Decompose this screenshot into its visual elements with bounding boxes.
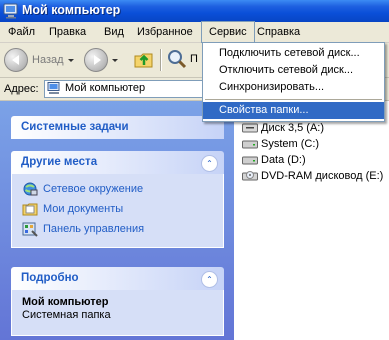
drive-label: Диск 3,5 (A:) bbox=[261, 122, 325, 134]
up-folder-button[interactable] bbox=[132, 47, 156, 71]
link-label: Сетевое окружение bbox=[43, 183, 144, 195]
link-control-panel[interactable]: Панель управления bbox=[12, 219, 223, 239]
drive-item-d[interactable]: Data (D:) bbox=[242, 154, 306, 166]
menu-item-map-network-drive[interactable]: Подключить сетевой диск... bbox=[203, 45, 384, 62]
collapse-chevron-icon[interactable]: ⌃ bbox=[201, 155, 218, 172]
menu-tools[interactable]: Сервис bbox=[201, 21, 255, 43]
floppy-drive-icon bbox=[242, 123, 258, 133]
address-value: Мой компьютер bbox=[65, 82, 146, 94]
menu-edit[interactable]: Правка bbox=[42, 22, 93, 42]
other-places-body: Сетевое окружение Мои документы Панель у… bbox=[11, 174, 224, 248]
content-pane: Диск 3,5 (A:) System (C:) Data (D:) DVD-… bbox=[234, 101, 389, 340]
drive-item-e[interactable]: DVD-RAM дисковод (E:) bbox=[242, 170, 383, 182]
my-computer-icon bbox=[3, 3, 19, 19]
drive-label: Data (D:) bbox=[261, 154, 306, 166]
search-label: П bbox=[190, 53, 198, 65]
drive-label: DVD-RAM дисковод (E:) bbox=[261, 170, 384, 182]
drive-item-a[interactable]: Диск 3,5 (A:) bbox=[242, 122, 324, 134]
hard-drive-icon bbox=[242, 140, 258, 149]
forward-button[interactable] bbox=[84, 48, 118, 72]
search-button[interactable]: П bbox=[166, 48, 198, 70]
details-title: Подробно bbox=[21, 272, 79, 284]
drive-item-c[interactable]: System (C:) bbox=[242, 138, 319, 150]
link-label: Мои документы bbox=[43, 203, 124, 215]
system-tasks-title: Системные задачи bbox=[21, 121, 129, 133]
forward-arrow-icon bbox=[84, 48, 108, 72]
back-label: Назад bbox=[32, 54, 64, 66]
details-header[interactable]: Подробно ⌃ bbox=[11, 267, 224, 290]
menu-separator bbox=[205, 99, 382, 100]
documents-icon bbox=[22, 203, 38, 216]
other-places-header[interactable]: Другие места ⌃ bbox=[11, 151, 224, 174]
menu-item-folder-options[interactable]: Свойства папки... bbox=[203, 102, 384, 119]
hard-drive-icon bbox=[242, 156, 258, 165]
link-my-documents[interactable]: Мои документы bbox=[12, 199, 223, 219]
collapse-chevron-icon[interactable]: ⌃ bbox=[201, 271, 218, 288]
details-panel: Подробно ⌃ Мой компьютер Системная папка bbox=[11, 267, 224, 336]
address-computer-icon bbox=[47, 82, 61, 95]
details-description: Системная папка bbox=[22, 309, 111, 321]
details-name: Мой компьютер bbox=[22, 296, 109, 308]
menu-bar: Файл Правка Вид Избранное Сервис Справка bbox=[0, 21, 389, 43]
up-folder-icon bbox=[134, 53, 153, 68]
back-dropdown-icon bbox=[67, 58, 74, 62]
search-icon bbox=[168, 50, 187, 69]
menu-view[interactable]: Вид bbox=[97, 22, 131, 42]
network-icon bbox=[23, 182, 38, 196]
forward-dropdown-icon bbox=[112, 58, 118, 62]
menu-item-synchronize[interactable]: Синхронизировать... bbox=[203, 79, 384, 96]
address-label: Адрес: bbox=[4, 83, 39, 95]
drive-label: System (C:) bbox=[261, 138, 320, 150]
control-panel-icon bbox=[22, 222, 38, 237]
title-bar[interactable]: Мой компьютер bbox=[0, 0, 389, 22]
task-pane: Системные задачи Другие места ⌃ Сетевое … bbox=[0, 101, 234, 340]
back-button[interactable]: Назад bbox=[4, 48, 74, 72]
other-places-panel: Другие места ⌃ Сетевое окружение Мои док… bbox=[11, 151, 224, 248]
toolbar-separator bbox=[160, 49, 162, 71]
menu-favorites[interactable]: Избранное bbox=[130, 22, 200, 42]
link-label: Панель управления bbox=[43, 223, 145, 235]
menu-item-disconnect-network-drive[interactable]: Отключить сетевой диск... bbox=[203, 62, 384, 79]
menu-help[interactable]: Справка bbox=[250, 22, 307, 42]
back-arrow-icon bbox=[4, 48, 28, 72]
details-body: Мой компьютер Системная папка bbox=[11, 290, 224, 336]
address-field[interactable]: Мой компьютер bbox=[44, 80, 206, 98]
system-tasks-header[interactable]: Системные задачи bbox=[11, 116, 224, 139]
other-places-title: Другие места bbox=[21, 156, 98, 168]
window-title: Мой компьютер bbox=[22, 3, 121, 17]
dvd-drive-icon bbox=[242, 171, 258, 181]
tools-dropdown-menu: Подключить сетевой диск... Отключить сет… bbox=[202, 42, 385, 122]
link-network-places[interactable]: Сетевое окружение bbox=[12, 179, 223, 199]
system-tasks-panel: Системные задачи bbox=[11, 116, 224, 139]
menu-file[interactable]: Файл bbox=[1, 22, 42, 42]
